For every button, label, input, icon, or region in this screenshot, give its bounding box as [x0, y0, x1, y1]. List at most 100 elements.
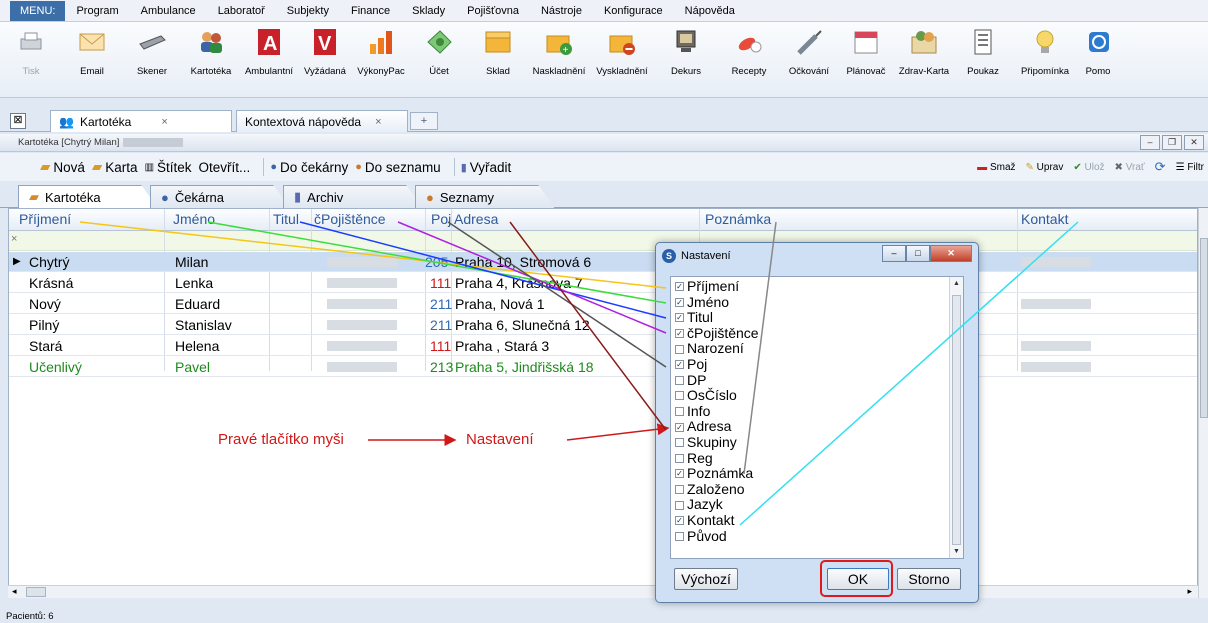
- tab-kartoteka[interactable]: 👥 Kartotéka ×: [50, 110, 232, 132]
- column-checkbox-item[interactable]: Info: [675, 403, 710, 420]
- checkbox[interactable]: [675, 500, 684, 510]
- column-checkbox-item[interactable]: ✓ Poznámka: [675, 466, 753, 482]
- tab-close-icon[interactable]: ×: [375, 116, 381, 128]
- table-row[interactable]: Stará Helena 111 Praha , Stará 3: [9, 336, 1197, 356]
- scrollbar-thumb[interactable]: [1200, 238, 1208, 418]
- column-checkbox-item[interactable]: ✓ čPojištěnce: [675, 325, 759, 342]
- toolbar-pomoc[interactable]: Pomo: [1078, 22, 1118, 97]
- toolbar-ucet[interactable]: Účet: [410, 22, 468, 97]
- checkbox[interactable]: ✓: [675, 313, 684, 323]
- close-button[interactable]: ✕: [1184, 135, 1204, 150]
- checkbox[interactable]: ✓: [675, 329, 684, 339]
- refresh-icon[interactable]: ⟳: [1155, 159, 1166, 175]
- column-checkbox-item[interactable]: Jazyk: [675, 497, 723, 513]
- toolbar-ockovani[interactable]: Očkování: [780, 22, 838, 97]
- table-row[interactable]: Pilný Stanislav 211 Praha 6, Slunečná 12: [9, 315, 1197, 335]
- column-checkbox-item[interactable]: Založeno: [675, 481, 745, 498]
- horizontal-scrollbar[interactable]: ◂ ▸: [8, 585, 1198, 598]
- checkbox[interactable]: ✓: [675, 360, 684, 370]
- column-header-adresa[interactable]: Adresa: [454, 211, 498, 227]
- column-header-poznamka[interactable]: Poznámka: [705, 211, 771, 227]
- close-button[interactable]: ✕: [930, 245, 972, 262]
- toolbar-tisk[interactable]: Tisk: [0, 22, 62, 97]
- tab-kontextova-napoveda[interactable]: Kontextová nápověda ×: [236, 110, 408, 132]
- toolbar-email[interactable]: Email: [62, 22, 122, 97]
- checkbox[interactable]: [675, 375, 684, 385]
- scroll-down-icon[interactable]: ▼: [953, 548, 960, 555]
- karta-button[interactable]: ▰ Karta: [92, 159, 138, 175]
- minimize-button[interactable]: –: [882, 245, 906, 262]
- toolbar-sklad[interactable]: Sklad: [468, 22, 528, 97]
- nova-button[interactable]: ▰ Nová: [40, 159, 85, 175]
- toolbar-kartoteka[interactable]: Kartotéka: [182, 22, 240, 97]
- column-header-prijmeni[interactable]: Příjmení: [19, 211, 71, 227]
- dialog-scrollbar[interactable]: ▲ ▼: [949, 277, 963, 558]
- checkbox[interactable]: [675, 407, 684, 417]
- add-tab-button[interactable]: +: [410, 112, 438, 130]
- uprav-button[interactable]: ✎ Uprav: [1026, 162, 1064, 173]
- scroll-up-icon[interactable]: ▲: [953, 280, 960, 287]
- menu-item-konfigurace[interactable]: Konfigurace: [593, 0, 674, 22]
- checkbox[interactable]: [675, 485, 684, 495]
- checkbox[interactable]: ✓: [675, 297, 684, 307]
- subtab-seznamy[interactable]: ● Seznamy: [415, 185, 555, 208]
- checkbox[interactable]: [675, 453, 684, 463]
- column-checkbox-item[interactable]: Reg: [675, 450, 713, 467]
- subtab-archiv[interactable]: ▮ Archiv: [283, 185, 423, 208]
- menu-button[interactable]: MENU:: [10, 0, 66, 21]
- column-checkbox-item[interactable]: DP: [675, 372, 706, 389]
- tab-close-icon[interactable]: ×: [161, 116, 167, 128]
- subtab-cekarna[interactable]: ● Čekárna: [150, 185, 290, 208]
- column-header-cpojistence[interactable]: čPojištěnce: [314, 211, 386, 227]
- column-header-kontakt[interactable]: Kontakt: [1021, 211, 1068, 227]
- checkbox[interactable]: ✓: [675, 516, 684, 526]
- scroll-right-icon[interactable]: ▸: [1187, 586, 1192, 597]
- checkbox[interactable]: [675, 391, 684, 401]
- toolbar-recepty[interactable]: Recepty: [718, 22, 780, 97]
- scrollbar-thumb[interactable]: [952, 295, 961, 545]
- checkbox[interactable]: [675, 531, 684, 541]
- column-checkbox-item[interactable]: ✓ Poj: [675, 356, 707, 373]
- close-all-tabs-button[interactable]: ⊠: [10, 113, 26, 129]
- checkbox[interactable]: ✓: [675, 469, 684, 479]
- column-checkbox-item[interactable]: ✓ Titul: [675, 310, 713, 326]
- cancel-button[interactable]: Storno: [897, 568, 961, 590]
- toolbar-vykonypac[interactable]: VýkonyPac: [352, 22, 410, 97]
- restore-button[interactable]: ❐: [1162, 135, 1182, 150]
- toolbar-planovac[interactable]: Plánovač: [838, 22, 894, 97]
- default-button[interactable]: Výchozí: [674, 568, 738, 590]
- minimize-button[interactable]: –: [1140, 135, 1160, 150]
- do-seznamu-button[interactable]: ● Do seznamu: [355, 160, 440, 175]
- scrollbar-thumb[interactable]: [26, 587, 46, 597]
- subtab-kartoteka[interactable]: ▰ Kartotéka: [18, 185, 158, 208]
- vrat-button[interactable]: ✖ Vrať: [1115, 162, 1145, 173]
- toolbar-vyzadana[interactable]: V Vyžádaná: [298, 22, 352, 97]
- column-checkbox-item[interactable]: ✓ Adresa: [675, 419, 731, 435]
- column-checkbox-item[interactable]: ✓ Jméno: [675, 294, 729, 311]
- toolbar-zdrav-karta[interactable]: Zdrav-Karta: [894, 22, 954, 97]
- table-row[interactable]: Krásná Lenka 111 Praha 4, Krásnova 7: [9, 273, 1197, 293]
- do-cekarny-button[interactable]: ● Do čekárny: [270, 160, 348, 175]
- otevrit-button[interactable]: Otevřít...: [199, 160, 251, 175]
- uloz-button[interactable]: ✔ Ulož: [1073, 162, 1104, 173]
- column-header-titul[interactable]: Titul: [273, 211, 299, 227]
- column-checkbox-item[interactable]: ✓ Příjmení: [675, 278, 739, 295]
- checkbox[interactable]: ✓: [675, 422, 684, 432]
- table-row[interactable]: Učenlivý Pavel 213 Praha 5, Jindřišská 1…: [9, 357, 1197, 377]
- filtr-button[interactable]: ☰ Filtr: [1176, 162, 1204, 173]
- toolbar-poukaz[interactable]: Poukaz: [954, 22, 1012, 97]
- menu-item-ambulance[interactable]: Ambulance: [130, 0, 207, 22]
- checkbox[interactable]: ✓: [675, 282, 684, 292]
- stitek-button[interactable]: ▥ Štítek: [145, 160, 192, 175]
- menu-item-napoveda[interactable]: Nápověda: [674, 0, 746, 22]
- filter-row[interactable]: ×: [9, 231, 1197, 251]
- menu-item-finance[interactable]: Finance: [340, 0, 401, 22]
- menu-item-nastroje[interactable]: Nástroje: [530, 0, 593, 22]
- column-checkbox-item[interactable]: Původ: [675, 528, 727, 545]
- maximize-button[interactable]: □: [906, 245, 930, 262]
- scroll-left-icon[interactable]: ◂: [12, 586, 17, 597]
- toolbar-pripominka[interactable]: Připomínka: [1012, 22, 1078, 97]
- menu-item-subjekty[interactable]: Subjekty: [276, 0, 340, 22]
- checkbox[interactable]: [675, 344, 684, 354]
- checkbox[interactable]: [675, 438, 684, 448]
